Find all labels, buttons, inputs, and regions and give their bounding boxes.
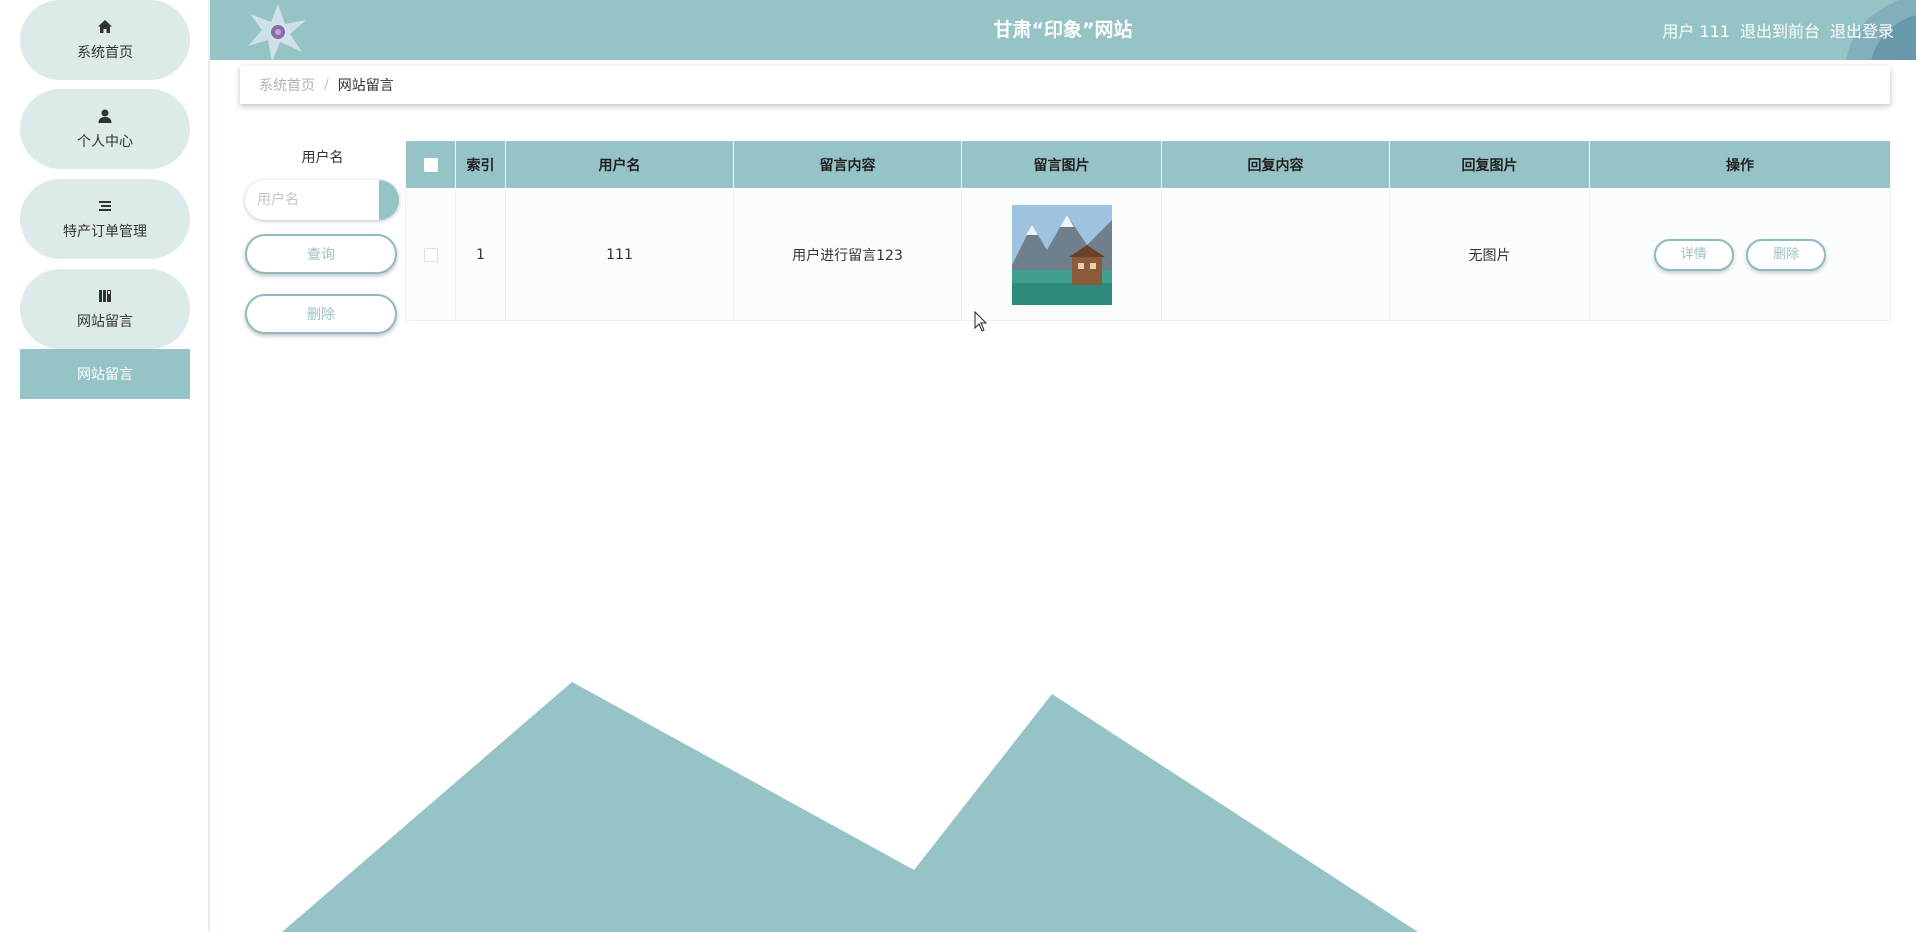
select-all-checkbox[interactable] [423,157,438,172]
column-header-reply-image: 回复图片 [1389,140,1590,189]
username-search-input[interactable] [245,180,379,220]
sidebar-item-profile[interactable]: 个人中心 [20,89,190,169]
sidebar-item-label: 特产订单管理 [63,224,147,240]
column-header-reply: 回复内容 [1161,140,1390,189]
select-all-cell [405,140,456,189]
table-row: 1 111 用户进行留言123 无图片 详情 删除 [405,188,1891,321]
header-user-area: 用户 111 退出到前台 退出登录 [1652,0,1894,60]
cell-reply-image: 无图片 [1389,188,1590,321]
list-icon [96,197,114,215]
breadcrumb-current: 网站留言 [337,78,394,94]
breadcrumb: 系统首页 / 网站留言 [240,66,1890,104]
batch-delete-button[interactable]: 删除 [245,294,397,334]
user-icon [96,107,114,125]
column-header-index: 索引 [455,140,506,189]
row-select-cell [405,188,456,321]
sidebar: 系统首页 个人中心 特产订单管理 网站留言 网站留言 [0,0,210,932]
search-input-wrapper [245,180,399,220]
column-header-content: 留言内容 [733,140,962,189]
sidebar-subitem-messages[interactable]: 网站留言 [20,349,190,399]
current-user: 用户 111 [1662,22,1730,41]
search-label: 用户名 [301,150,344,166]
home-icon [96,18,114,36]
table-header-row: 索引 用户名 留言内容 留言图片 回复内容 回复图片 操作 [405,140,1891,189]
search-panel: 用户名 查询 删除 [245,148,400,334]
sidebar-item-orders[interactable]: 特产订单管理 [20,179,190,259]
column-header-image: 留言图片 [961,140,1162,189]
sidebar-item-label: 个人中心 [77,134,133,150]
breadcrumb-separator: / [324,77,329,93]
mountain-decoration [282,682,1418,932]
sidebar-item-home[interactable]: 系统首页 [20,0,190,80]
message-image-thumbnail[interactable] [1011,204,1112,305]
breadcrumb-home[interactable]: 系统首页 [259,75,315,95]
cell-index: 1 [455,188,506,321]
mouse-cursor-icon [974,311,988,332]
cell-username: 111 [505,188,734,321]
row-delete-button[interactable]: 删除 [1746,238,1827,271]
to-front-link[interactable]: 退出到前台 [1740,18,1820,42]
cell-image [961,188,1162,321]
row-checkbox[interactable] [423,247,438,262]
cell-actions: 详情 删除 [1589,188,1891,321]
detail-button[interactable]: 详情 [1653,238,1734,271]
book-icon [96,287,114,305]
cell-content: 用户进行留言123 [733,188,962,321]
top-header: 甘肃“印象”网站 用户 111 退出到前台 退出登录 [210,0,1916,60]
cell-reply [1161,188,1390,321]
logout-link[interactable]: 退出登录 [1830,18,1894,42]
column-header-username: 用户名 [505,140,734,189]
sidebar-item-label: 系统首页 [77,45,133,61]
column-header-actions: 操作 [1589,140,1891,189]
sidebar-item-messages[interactable]: 网站留言 [20,269,190,349]
messages-table: 索引 用户名 留言内容 留言图片 回复内容 回复图片 操作 1 111 用户进行… [405,140,1891,321]
input-accent [379,180,399,220]
sidebar-item-label: 网站留言 [77,314,133,330]
query-button[interactable]: 查询 [245,234,397,274]
